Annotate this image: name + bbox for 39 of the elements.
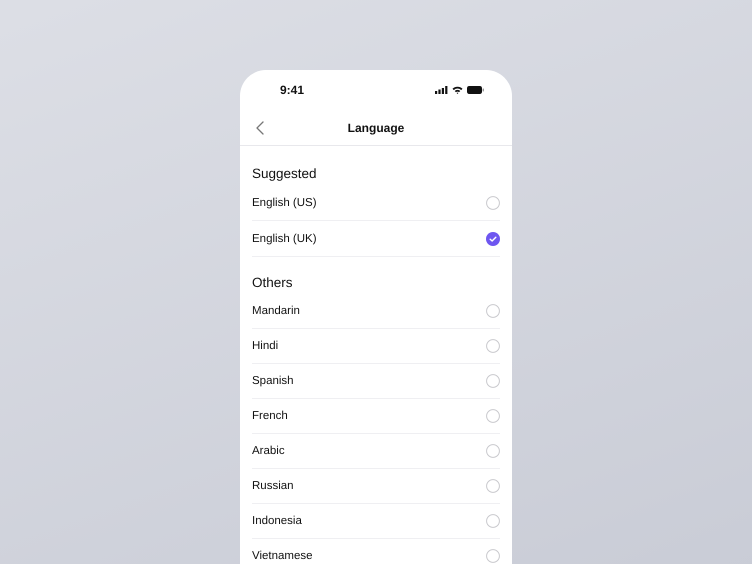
language-label: Mandarin <box>252 305 300 317</box>
language-option[interactable]: Hindi <box>252 329 500 364</box>
signal-icon <box>435 86 448 94</box>
radio-button[interactable] <box>486 196 500 210</box>
language-label: English (UK) <box>252 232 317 244</box>
language-label: Hindi <box>252 340 278 352</box>
chevron-left-icon <box>256 121 264 135</box>
section-title: Suggested <box>252 165 318 183</box>
language-label: Vietnamese <box>252 550 313 562</box>
language-option[interactable]: Russian <box>252 469 500 504</box>
radio-button[interactable] <box>486 444 500 458</box>
language-label: Russian <box>252 480 294 492</box>
back-button[interactable] <box>254 119 266 137</box>
language-label: French <box>252 410 288 422</box>
radio-checked-icon[interactable] <box>486 232 500 246</box>
language-option[interactable]: Mandarin <box>252 294 500 329</box>
language-option[interactable]: Vietnamese <box>252 539 500 564</box>
wifi-icon <box>452 86 463 94</box>
radio-button[interactable] <box>486 304 500 318</box>
language-label: Spanish <box>252 375 294 387</box>
radio-button[interactable] <box>486 374 500 388</box>
language-option[interactable]: Arabic <box>252 434 500 469</box>
language-label: English (US) <box>252 196 317 208</box>
language-label: Arabic <box>252 445 285 457</box>
radio-button[interactable] <box>486 339 500 353</box>
language-option[interactable]: French <box>252 399 500 434</box>
section-title: Others <box>252 274 294 292</box>
battery-icon <box>467 86 484 94</box>
radio-button[interactable] <box>486 514 500 528</box>
language-option[interactable]: English (US) <box>252 185 500 221</box>
language-label: Indonesia <box>252 515 302 527</box>
screen-title: Language <box>348 120 404 134</box>
status-time: 9:41 <box>280 83 304 97</box>
radio-button[interactable] <box>486 479 500 493</box>
language-option[interactable]: Indonesia <box>252 504 500 539</box>
radio-button[interactable] <box>486 409 500 423</box>
language-option[interactable]: Spanish <box>252 364 500 399</box>
language-option[interactable]: English (UK) <box>252 221 500 257</box>
radio-button[interactable] <box>486 549 500 563</box>
